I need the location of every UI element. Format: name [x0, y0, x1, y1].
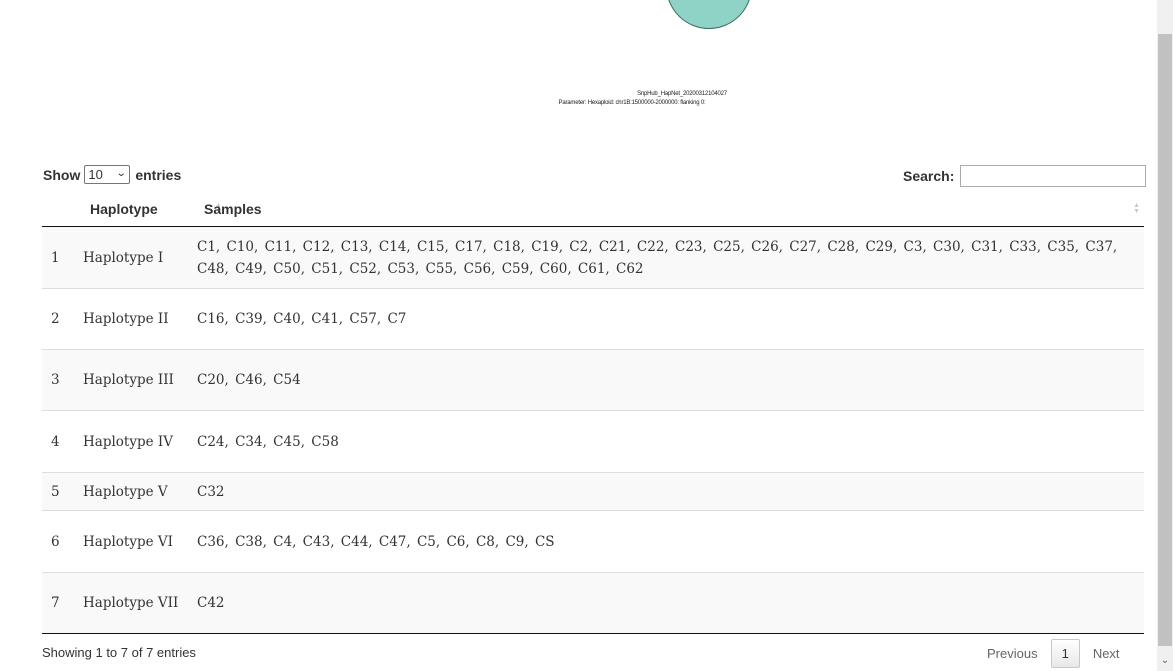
page-button-1[interactable]: 1 — [1050, 639, 1080, 668]
chevron-down-icon: ⌄ — [115, 168, 127, 179]
row-index: 6 — [42, 510, 83, 573]
vertical-scrollbar[interactable]: ⌄ — [1157, 0, 1173, 671]
search-label: Search: — [903, 168, 955, 184]
row-index: 4 — [42, 410, 83, 473]
show-label: Show — [43, 166, 81, 183]
entries-select-value: 10 — [88, 167, 103, 182]
table-row[interactable]: 5 Haplotype V C32 — [42, 472, 1144, 511]
previous-button[interactable]: Previous — [975, 640, 1050, 667]
search-control: Search: — [903, 165, 1147, 187]
next-button[interactable]: Next — [1081, 640, 1132, 667]
row-haplotype: Haplotype VII — [83, 572, 197, 634]
table-row[interactable]: 1 Haplotype I C1, C10, C11, C12, C13, C1… — [42, 226, 1144, 289]
column-header-haplotype-label: Haplotype — [90, 201, 158, 217]
scrollbar-thumb[interactable] — [1158, 34, 1172, 646]
haplotype-network-node — [666, 0, 752, 29]
row-samples: C42 — [197, 572, 1144, 634]
table-row[interactable]: 7 Haplotype VII C42 — [42, 572, 1144, 634]
row-index: 3 — [42, 349, 83, 411]
row-index: 5 — [42, 472, 83, 511]
column-header-samples[interactable]: Samples ▲ ▼ — [197, 194, 1144, 227]
entries-label: entries — [135, 166, 182, 183]
row-samples: C16, C39, C40, C41, C57, C7 — [197, 288, 1144, 350]
column-header-samples-label: Samples — [204, 201, 262, 217]
column-header-index — [42, 194, 83, 227]
length-control: Show 10 ⌄ entries — [43, 165, 181, 184]
row-haplotype: Haplotype III — [83, 349, 197, 411]
row-samples: C36, C38, C4, C43, C44, C47, C5, C6, C8,… — [197, 510, 1144, 573]
entries-select[interactable]: 10 ⌄ — [84, 165, 131, 184]
row-haplotype: Haplotype I — [83, 226, 197, 289]
row-index: 1 — [42, 226, 83, 289]
table-row[interactable]: 2 Haplotype II C16, C39, C40, C41, C57, … — [42, 288, 1144, 350]
pagination: Previous 1 Next — [975, 639, 1132, 668]
page: SnpHub_HapNet_20200312104027 Parameter: … — [0, 0, 1157, 671]
table-row[interactable]: 3 Haplotype III C20, C46, C54 — [42, 349, 1144, 411]
table-info: Showing 1 to 7 of 7 entries — [42, 645, 196, 660]
figure-caption-parameters: Parameter: Hexaploid: chr1B:1500000-2000… — [558, 100, 706, 106]
column-header-haplotype[interactable]: Haplotype ▲ ▼ — [83, 194, 222, 227]
figure-caption-title: SnpHub_HapNet_20200312104027 — [637, 91, 727, 97]
sort-icon: ▲ ▼ — [1133, 202, 1140, 215]
row-samples: C20, C46, C54 — [197, 349, 1144, 411]
row-samples: C32 — [197, 472, 1144, 511]
row-samples: C1, C10, C11, C12, C13, C14, C15, C17, C… — [197, 226, 1144, 289]
row-index: 7 — [42, 572, 83, 634]
row-haplotype: Haplotype VI — [83, 510, 197, 573]
scroll-down-arrow-icon[interactable]: ⌄ — [1160, 656, 1170, 666]
table-row[interactable]: 4 Haplotype IV C24, C34, C45, C58 — [42, 410, 1144, 473]
search-input[interactable] — [960, 165, 1147, 187]
row-haplotype: Haplotype V — [83, 472, 197, 511]
haplotype-table: Haplotype ▲ ▼ Samples ▲ ▼ 1 Haplotype I C1… — [42, 194, 1144, 634]
table-row[interactable]: 6 Haplotype VI C36, C38, C4, C43, C44, C… — [42, 510, 1144, 573]
row-samples: C24, C34, C45, C58 — [197, 410, 1144, 473]
row-index: 2 — [42, 288, 83, 350]
row-haplotype: Haplotype II — [83, 288, 197, 350]
table-header-row: Haplotype ▲ ▼ Samples ▲ ▼ — [42, 194, 1144, 227]
row-haplotype: Haplotype IV — [83, 410, 197, 473]
